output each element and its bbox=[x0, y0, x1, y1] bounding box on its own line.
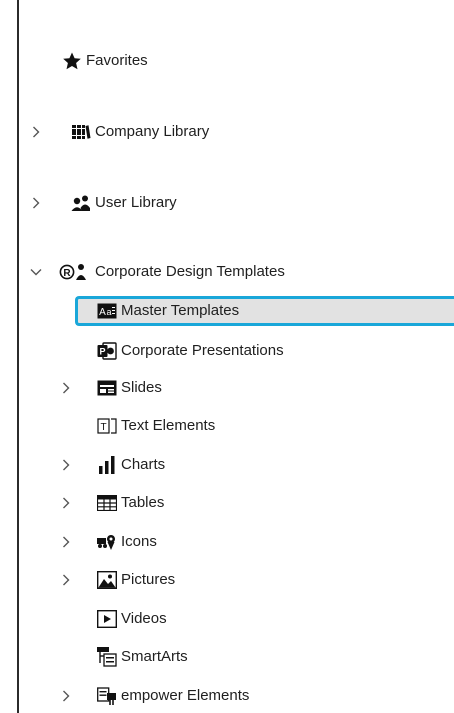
tree-item-icons[interactable]: Icons bbox=[97, 529, 157, 555]
table-icon bbox=[97, 493, 117, 513]
tree-item-label: Pictures bbox=[121, 571, 176, 588]
tree-item-pictures[interactable]: Pictures bbox=[97, 567, 175, 593]
tree-item-corporate-presentations[interactable]: P Corporate Presentations bbox=[97, 338, 284, 364]
master-template-icon: Aa bbox=[97, 301, 117, 321]
smartart-icon bbox=[97, 647, 117, 667]
chevron-right-icon[interactable] bbox=[30, 119, 42, 145]
tree-item-label: SmartArts bbox=[121, 648, 188, 665]
registered-user-icon: R bbox=[59, 262, 91, 282]
chevron-right-icon[interactable] bbox=[30, 190, 42, 216]
tree-item-text-elements[interactable]: T Text Elements bbox=[97, 413, 215, 439]
icons-icon bbox=[97, 532, 117, 552]
library-tree-panel: Favorites Company Library User Library R… bbox=[0, 0, 454, 713]
tree-item-label: Company Library bbox=[95, 123, 210, 140]
tree-item-user-library[interactable]: User Library bbox=[71, 190, 177, 216]
tree-item-label: User Library bbox=[95, 194, 177, 211]
books-icon bbox=[71, 122, 91, 142]
chevron-right-icon[interactable] bbox=[60, 567, 72, 593]
tree-item-label: Favorites bbox=[86, 52, 148, 69]
chevron-right-icon[interactable] bbox=[60, 452, 72, 478]
tree-item-label: Corporate Presentations bbox=[121, 342, 284, 359]
picture-icon bbox=[97, 570, 117, 590]
svg-text:a: a bbox=[106, 307, 111, 317]
slide-icon bbox=[97, 378, 117, 398]
tree-item-smartarts[interactable]: SmartArts bbox=[97, 644, 188, 670]
tree-item-label: empower Elements bbox=[121, 687, 250, 704]
bar-chart-icon bbox=[97, 455, 117, 475]
tree-item-tables[interactable]: Tables bbox=[97, 490, 164, 516]
powerpoint-icon: P bbox=[97, 341, 117, 361]
tree-item-label: Icons bbox=[121, 533, 157, 550]
empower-elements-icon bbox=[97, 686, 117, 706]
tree-item-label: Corporate Design Templates bbox=[95, 263, 285, 280]
svg-text:R: R bbox=[63, 268, 71, 279]
star-icon bbox=[62, 51, 82, 71]
tree-item-videos[interactable]: Videos bbox=[97, 606, 167, 632]
chevron-right-icon[interactable] bbox=[60, 529, 72, 555]
tree-item-label: Charts bbox=[121, 456, 166, 473]
users-icon bbox=[71, 193, 91, 213]
tree-item-company-library[interactable]: Company Library bbox=[71, 119, 209, 145]
tree-item-empower-elements[interactable]: empower Elements bbox=[97, 683, 249, 709]
video-icon bbox=[97, 609, 117, 629]
text-element-icon: T bbox=[97, 416, 117, 436]
svg-text:A: A bbox=[99, 307, 106, 318]
tree-item-charts[interactable]: Charts bbox=[97, 452, 165, 478]
tree-item-master-templates[interactable]: Aa Master Templates bbox=[97, 298, 239, 324]
tree-item-corporate-design-templates[interactable]: R Corporate Design Templates bbox=[59, 259, 285, 285]
tree-item-favorites[interactable]: Favorites bbox=[62, 48, 148, 74]
tree-item-label: Master Templates bbox=[121, 302, 240, 319]
chevron-right-icon[interactable] bbox=[60, 375, 72, 401]
tree-item-label: Videos bbox=[121, 610, 167, 627]
svg-text:P: P bbox=[99, 347, 105, 357]
tree-item-label: Slides bbox=[121, 379, 162, 396]
chevron-right-icon[interactable] bbox=[60, 683, 72, 709]
chevron-right-icon[interactable] bbox=[60, 490, 72, 516]
tree-item-slides[interactable]: Slides bbox=[97, 375, 162, 401]
tree-item-label: Tables bbox=[121, 494, 165, 511]
chevron-down-icon[interactable] bbox=[30, 259, 42, 285]
panel-divider bbox=[17, 0, 19, 713]
tree-item-label: Text Elements bbox=[121, 417, 216, 434]
svg-text:T: T bbox=[100, 422, 106, 433]
